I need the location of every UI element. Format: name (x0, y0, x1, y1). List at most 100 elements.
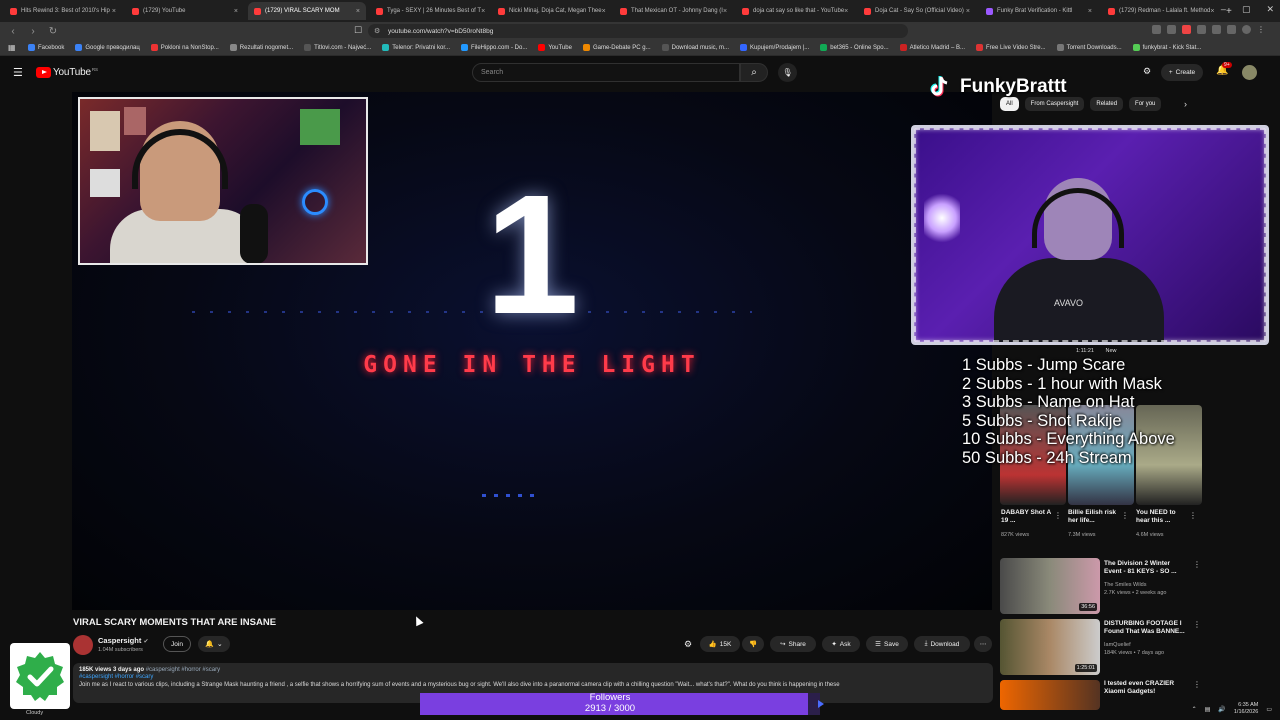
video-channel[interactable]: The Smiles Wilds (1104, 582, 1146, 590)
chip-from-channel[interactable]: From Caspersight (1024, 97, 1085, 111)
tab-close-icon[interactable]: × (481, 8, 485, 15)
bookmark-star-icon[interactable]: ☐ (354, 25, 362, 36)
gear-icon[interactable]: ⚙ (684, 639, 692, 650)
bookmark-item[interactable]: Download music, m... (661, 44, 729, 51)
bookmark-item[interactable]: Kupujem/Prodajem |... (740, 44, 809, 51)
short-title[interactable]: DABABY Shot A 19 ... (1001, 509, 1053, 526)
avatar[interactable] (1242, 65, 1257, 80)
extension-icon[interactable] (1182, 25, 1191, 34)
video-thumbnail[interactable]: 36:56 (1000, 558, 1100, 614)
short-title[interactable]: Billie Eilish risk her life... (1068, 509, 1120, 526)
notification-center-icon[interactable]: ▭ (1266, 706, 1272, 713)
maximize-icon[interactable]: ▢ (1242, 4, 1251, 15)
share-button[interactable]: ↪ Share (770, 636, 816, 652)
menu-icon[interactable]: ⋮ (1257, 25, 1266, 34)
forward-icon[interactable]: › (26, 26, 40, 37)
tab-close-icon[interactable]: × (1088, 8, 1092, 15)
save-button[interactable]: ☰ Save (866, 636, 908, 652)
bookmark-item[interactable]: Rezultati nogomet... (229, 44, 293, 51)
tab-close-icon[interactable]: × (602, 8, 606, 15)
bookmark-item[interactable]: bet365 - Online Spo... (820, 44, 889, 51)
description-hashtags[interactable]: #caspersight #horror #scary (79, 674, 987, 680)
subscription-bell-button[interactable]: 🔔 ⌄ (198, 636, 230, 652)
browser-tab[interactable]: Doja Cat - Say So (Official Video) × (858, 2, 976, 20)
url-input[interactable]: ⚙ youtube.com/watch?v=bD50roNt8bg (368, 24, 908, 38)
youtube-logo[interactable]: YouTube RS (36, 67, 98, 78)
browser-tab-active[interactable]: (1729) VIRAL SCARY MOM × (248, 2, 366, 20)
close-window-icon[interactable]: ✕ (1266, 4, 1274, 15)
tab-close-icon[interactable]: × (1210, 8, 1214, 15)
tab-close-icon[interactable]: × (112, 8, 116, 15)
browser-tab[interactable]: That Mexican OT - Johnny Dang (I × (614, 2, 732, 20)
chip-all[interactable]: All (1000, 97, 1019, 111)
like-button[interactable]: 👍 15K (700, 636, 740, 652)
channel-name[interactable]: Caspersight ✔ (98, 636, 148, 645)
bookmark-item[interactable]: Pokloni na NonStop... (150, 44, 219, 51)
extension-icon[interactable] (1212, 25, 1221, 34)
search-button[interactable]: ⌕ (740, 63, 768, 82)
tab-close-icon[interactable]: × (234, 8, 238, 15)
video-title[interactable]: DISTURBING FOOTAGE I Found That Was BANN… (1104, 620, 1190, 637)
more-icon[interactable]: ⋮ (1054, 511, 1062, 520)
more-icon[interactable]: ⋮ (1189, 511, 1197, 520)
browser-tab[interactable]: Hits Rewind 3: Best of 2010's Hip × (4, 2, 122, 20)
join-button[interactable]: Join (163, 636, 191, 652)
chip-for-you[interactable]: For you (1129, 97, 1162, 111)
video-channel[interactable]: IamQuelief (1104, 642, 1131, 650)
browser-tab[interactable]: Nicki Minaj, Doja Cat, Megan Thee × (492, 2, 610, 20)
tab-close-icon[interactable]: × (356, 8, 360, 15)
video-thumbnail[interactable]: 1:25:01 (1000, 619, 1100, 675)
chip-related[interactable]: Related (1090, 97, 1124, 111)
voice-search-button[interactable]: 🎙 (778, 63, 797, 82)
network-icon[interactable]: ▤ (1205, 706, 1211, 713)
video-thumbnail[interactable] (1000, 680, 1100, 710)
bookmark-item[interactable]: Torrent Downloads... (1056, 44, 1122, 51)
extension-icon[interactable] (1197, 25, 1206, 34)
tray-chevron-icon[interactable]: ⌃ (1192, 706, 1197, 713)
bookmark-item[interactable]: Game-Debate PC g... (582, 44, 651, 51)
extension-icon[interactable] (1227, 25, 1236, 34)
more-actions-button[interactable]: ⋯ (974, 636, 992, 652)
bookmark-item[interactable]: Google преводилац (75, 44, 140, 51)
bookmark-item[interactable]: YouTube (538, 44, 572, 51)
chevron-right-icon[interactable]: › (1184, 99, 1187, 109)
channel-avatar[interactable] (73, 635, 93, 655)
more-icon[interactable]: ⋮ (1121, 511, 1129, 520)
tab-close-icon[interactable]: × (723, 8, 727, 15)
search-input[interactable]: Search (472, 63, 740, 82)
clock[interactable]: 6:35 AM 1/16/2026 (1234, 702, 1258, 716)
bookmark-item[interactable]: Telenor: Privatni kor... (382, 44, 450, 51)
browser-tab[interactable]: Tyga - SEXY | 26 Minutes Best of T × (370, 2, 488, 20)
more-icon[interactable]: ⋮ (1193, 560, 1201, 569)
tab-close-icon[interactable]: × (844, 8, 848, 15)
bookmark-item[interactable]: Free Live Video Stre... (976, 44, 1046, 51)
browser-tab[interactable]: doja cat say so like that - YouTube × (736, 2, 854, 20)
minimize-icon[interactable]: – (1221, 4, 1226, 15)
hamburger-menu-icon[interactable]: ☰ (13, 66, 23, 79)
profile-icon[interactable] (1242, 25, 1251, 34)
video-title[interactable]: The Division 2 Winter Event - 81 KEYS - … (1104, 560, 1188, 577)
site-info-icon[interactable]: ⚙ (374, 27, 380, 35)
extension-icon[interactable] (1167, 25, 1176, 34)
download-button[interactable]: ⤓ Download (914, 636, 970, 652)
extension-icon[interactable] (1152, 25, 1161, 34)
cast-icon[interactable]: ⚙ (1143, 66, 1151, 77)
bookmark-item[interactable]: Facebook (28, 44, 64, 51)
more-icon[interactable]: ⋮ (1193, 680, 1201, 689)
back-icon[interactable]: ‹ (6, 26, 20, 37)
browser-tab[interactable]: (1729) Redman - Lalala ft. Method × (1102, 2, 1220, 20)
reload-icon[interactable]: ↻ (46, 26, 60, 37)
more-icon[interactable]: ⋮ (1193, 620, 1201, 629)
create-button[interactable]: + Create (1161, 64, 1203, 81)
volume-icon[interactable]: 🔊 (1218, 706, 1225, 713)
tab-close-icon[interactable]: × (966, 8, 970, 15)
video-title[interactable]: I tested even CRAZIER Xiaomi Gadgets! (1104, 680, 1190, 697)
bookmark-item[interactable]: Atletico Madrid – B... (899, 44, 965, 51)
short-title[interactable]: You NEED to hear this ... (1136, 509, 1188, 526)
bookmark-item[interactable]: FileHippo.com - Do... (461, 44, 527, 51)
ask-button[interactable]: ✦ Ask (822, 636, 860, 652)
dislike-button[interactable]: 👎 (742, 636, 764, 652)
browser-tab[interactable]: (1729) YouTube × (126, 2, 244, 20)
apps-icon[interactable]: ▦ (8, 43, 16, 52)
bookmark-item[interactable]: Titlovi.com - Najveć... (304, 44, 371, 51)
